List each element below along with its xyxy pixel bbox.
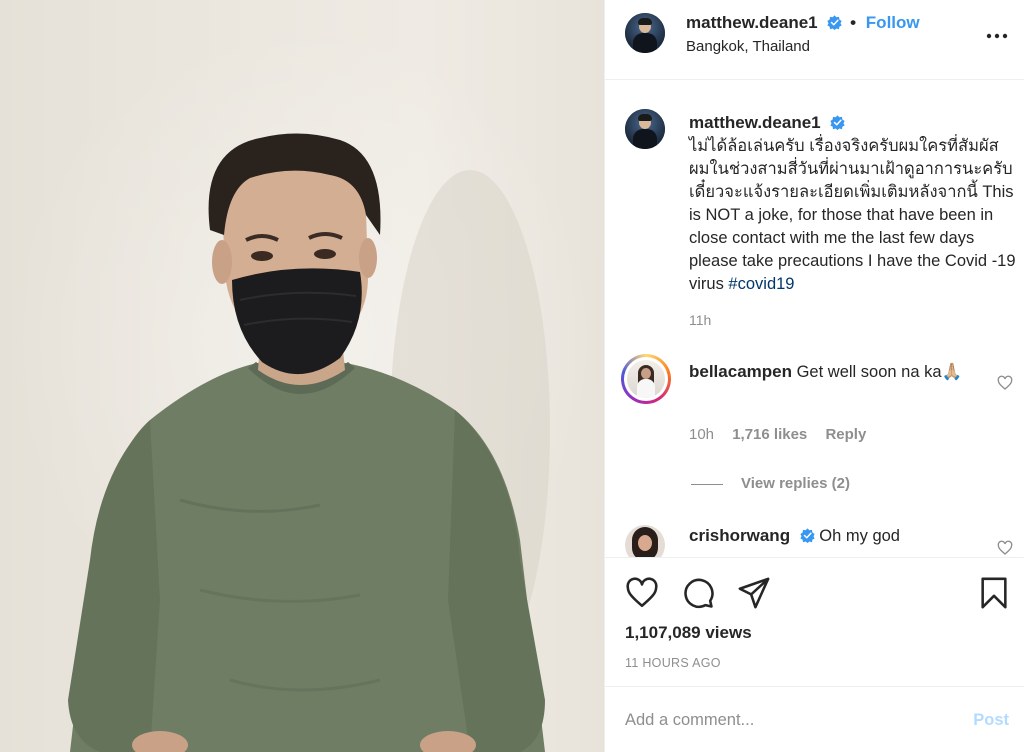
comments-list[interactable]: matthew.deane1 ไม่ได้ล้อเล่นครับ เรื่องจ… [605, 81, 1024, 557]
commenter-avatar[interactable] [621, 354, 671, 404]
replies-divider [691, 483, 723, 485]
author-username[interactable]: matthew.deane1 [686, 13, 818, 32]
share-icon[interactable] [737, 576, 771, 610]
post-location[interactable]: Bangkok, Thailand [686, 38, 810, 55]
comment-like-icon[interactable] [997, 375, 1013, 391]
post-timestamp: 11 HOURS AGO [625, 656, 721, 670]
caption-username[interactable]: matthew.deane1 [689, 113, 821, 132]
comment-time: 10h [689, 426, 715, 443]
author-avatar[interactable] [625, 13, 665, 53]
view-count[interactable]: 1,107,089 views [625, 623, 752, 643]
follow-button[interactable]: Follow [866, 13, 920, 32]
more-options-icon[interactable] [985, 24, 1009, 48]
comment-meta: 10h 1,716 likes Reply [689, 426, 880, 443]
comment-input[interactable] [625, 703, 945, 737]
person-photo [68, 133, 550, 752]
bookmark-icon[interactable] [977, 576, 1011, 610]
comment-like-icon[interactable] [997, 540, 1013, 556]
verified-badge-icon [827, 15, 842, 30]
action-bar: 1,107,089 views 11 HOURS AGO [605, 557, 1024, 685]
post-side-panel: matthew.deane1 • Follow Bangkok, Thailan… [604, 0, 1024, 752]
comment-text: Oh my god [819, 527, 900, 545]
separator-dot: • [850, 13, 857, 32]
comment-icon[interactable] [681, 576, 715, 610]
heart-icon[interactable] [625, 576, 659, 610]
caption-timestamp: 11h [689, 312, 712, 328]
comment-text: Get well soon na ka🙏🏼 [796, 363, 963, 381]
comment-likes[interactable]: 1,716 likes [732, 426, 807, 443]
caption-hashtag[interactable]: #covid19 [728, 275, 794, 293]
comment: crishorwang Oh my god [689, 526, 900, 546]
comment: bellacampen Get well soon na ka🙏🏼 [689, 360, 989, 384]
comment-username[interactable]: crishorwang [689, 526, 790, 545]
post-comment-button[interactable]: Post [973, 711, 1009, 730]
verified-badge-icon [800, 528, 815, 543]
post-header: matthew.deane1 • Follow Bangkok, Thailan… [605, 0, 1024, 80]
verified-badge-icon [830, 115, 845, 130]
reply-button[interactable]: Reply [825, 426, 866, 443]
caption-text: ไม่ได้ล้อเล่นครับ เรื่องจริงครับผมใครที่… [689, 137, 1016, 293]
caption-author-avatar[interactable] [625, 109, 665, 149]
comment-username[interactable]: bellacampen [689, 362, 792, 381]
post-caption: matthew.deane1 ไม่ได้ล้อเล่นครับ เรื่องจ… [689, 111, 1019, 296]
commenter-avatar[interactable] [625, 525, 665, 557]
comment-composer: Post [605, 686, 1024, 752]
view-replies-button[interactable]: View replies (2) [691, 475, 850, 492]
header-author: matthew.deane1 • Follow [686, 13, 920, 33]
post-media[interactable] [0, 0, 604, 752]
view-replies-label: View replies (2) [741, 475, 850, 492]
